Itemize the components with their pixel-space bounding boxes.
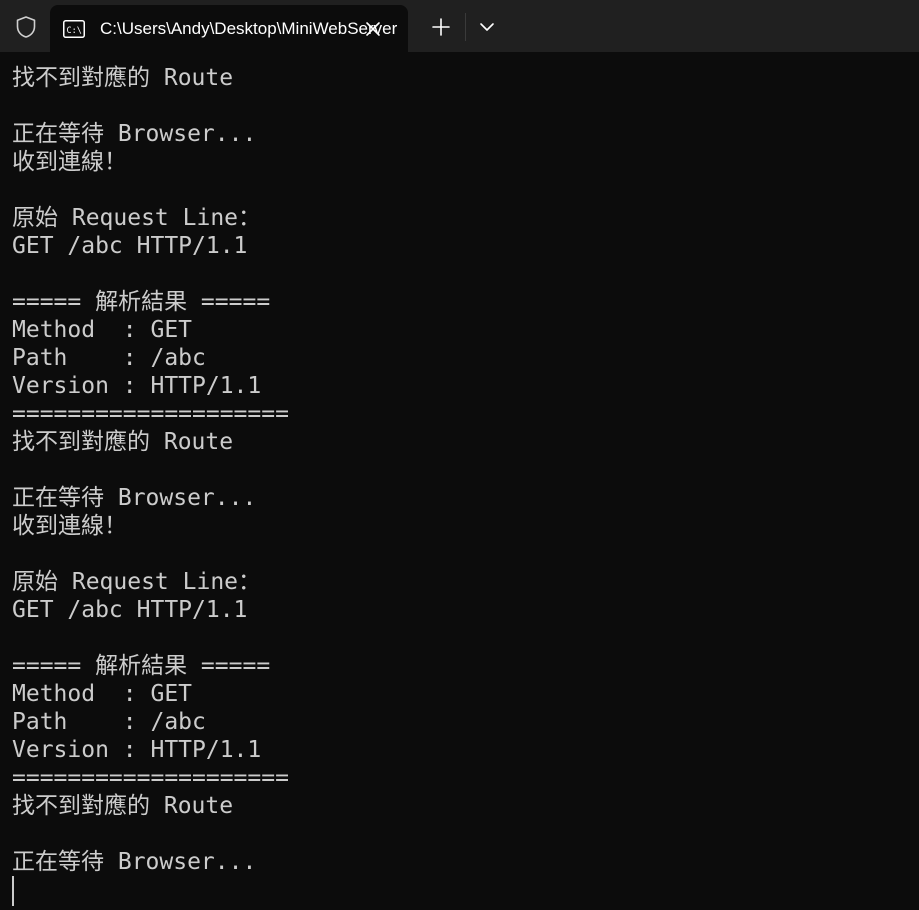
new-tab-button[interactable]: [428, 14, 454, 40]
terminal-window: C:\ C:\Users\Andy\Desktop\MiniWebServer\…: [0, 0, 919, 910]
titlebar-divider: [465, 13, 466, 41]
chevron-down-icon[interactable]: [475, 14, 499, 40]
terminal-line: 原始 Request Line：: [12, 205, 262, 231]
terminal-line: Path : /abc: [12, 345, 206, 371]
terminal-line: 正在等待 Browser...: [12, 849, 257, 875]
tab-active[interactable]: C:\ C:\Users\Andy\Desktop\MiniWebServer\…: [50, 5, 408, 52]
terminal-line: Method : GET: [12, 681, 193, 707]
terminal-line: 找不到對應的 Route: [12, 429, 234, 455]
terminal-line: ===== 解析結果 =====: [12, 289, 271, 315]
terminal-output-area[interactable]: 找不到對應的 Route 正在等待 Browser... 收到連線！ 原始 Reque…: [0, 52, 919, 910]
terminal-line: Method : GET: [12, 317, 193, 343]
terminal-line: ====================: [12, 401, 289, 427]
terminal-line: 原始 Request Line：: [12, 569, 262, 595]
terminal-line: ====================: [12, 765, 289, 791]
close-tab-icon[interactable]: [364, 20, 382, 38]
terminal-line: 正在等待 Browser...: [12, 121, 257, 147]
terminal-line: GET /abc HTTP/1.1: [12, 597, 248, 623]
terminal-line: 收到連線！: [12, 149, 127, 175]
terminal-icon: C:\: [63, 20, 85, 38]
terminal-output: 找不到對應的 Route 正在等待 Browser... 收到連線！ 原始 Reque…: [12, 64, 289, 876]
terminal-line: 收到連線！: [12, 513, 127, 539]
svg-text:C:\: C:\: [67, 26, 82, 36]
tab-title: C:\Users\Andy\Desktop\MiniWebServer\x64\…: [100, 19, 397, 38]
terminal-line: ===== 解析結果 =====: [12, 653, 271, 679]
terminal-line: Version : HTTP/1.1: [12, 373, 262, 399]
shield-icon: [16, 16, 36, 38]
terminal-line: GET /abc HTTP/1.1: [12, 233, 248, 259]
terminal-line: 找不到對應的 Route: [12, 793, 234, 819]
title-bar[interactable]: C:\ C:\Users\Andy\Desktop\MiniWebServer\…: [0, 0, 919, 52]
terminal-line: Version : HTTP/1.1: [12, 737, 262, 763]
terminal-line: 找不到對應的 Route: [12, 65, 234, 91]
text-cursor: [12, 876, 14, 906]
terminal-line: 正在等待 Browser...: [12, 485, 257, 511]
terminal-line: Path : /abc: [12, 709, 206, 735]
